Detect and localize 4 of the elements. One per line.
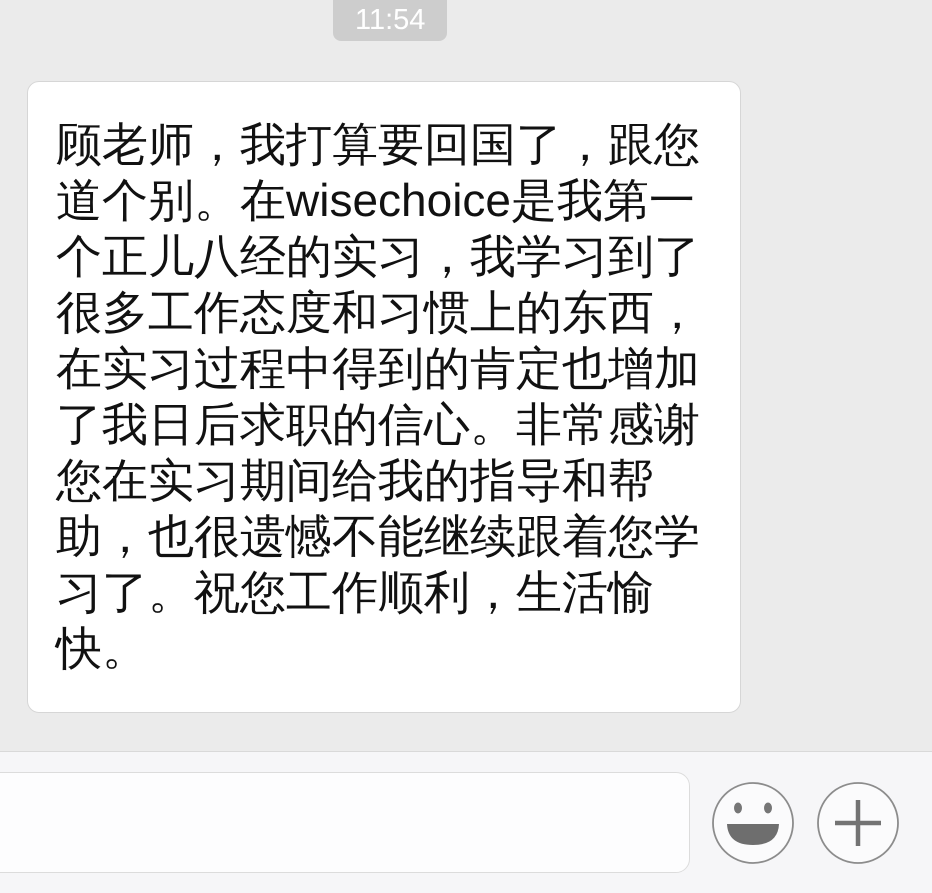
- message-input-field[interactable]: [0, 772, 690, 873]
- message-text: 顾老师，我打算要回国了，跟您道个别。在wisechoice是我第一个正儿八经的实习，我学习到了很多工作态度和习惯上的东西，在实习过程中得到的肯定也增加了我日后求职的信心。非常感谢您在实习期间给我的指导和帮助，也很遗憾不能继续跟着您学习了。祝您工作顺利，生活愉快。: [56, 117, 701, 676]
- plus-icon[interactable]: [817, 782, 899, 864]
- emoji-icon[interactable]: [712, 782, 794, 864]
